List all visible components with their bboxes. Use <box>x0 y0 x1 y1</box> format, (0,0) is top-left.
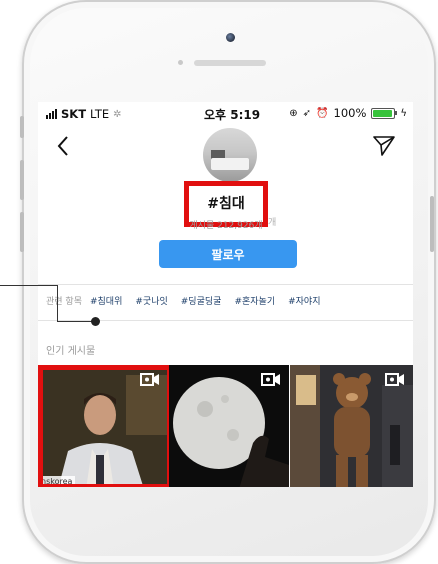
callout-dot <box>91 317 100 326</box>
callout-line <box>57 321 95 322</box>
related-tag[interactable]: #굿나잇 <box>135 294 167 307</box>
status-time: 오후 5:19 <box>204 108 261 122</box>
related-tag[interactable]: #혼자놀기 <box>234 294 275 307</box>
hashtag-avatar <box>203 128 257 182</box>
app-screen: SKT LTE ✲ 오후 5:19 ⊕ ➶ ⏰ 100% ϟ #침대 게시물 2… <box>38 102 413 487</box>
battery-icon <box>371 107 398 119</box>
alarm-icon: ⏰ <box>316 107 329 119</box>
related-tags-bar: 관련 항목 #침대위 #굿나잇 #딩굴딩굴 #혼자놀기 #자야지 <box>38 292 413 308</box>
network-label: LTE <box>90 107 110 121</box>
signal-icon <box>46 109 57 119</box>
mute-switch <box>20 116 24 138</box>
related-label: 관련 항목 <box>46 296 82 307</box>
status-left: SKT LTE ✲ <box>46 107 122 121</box>
volume-up-button <box>20 160 24 200</box>
lock-rotation-icon: ⊕ <box>289 107 298 119</box>
loading-icon: ✲ <box>113 108 122 120</box>
carrier-label: SKT <box>61 107 87 121</box>
power-button <box>430 196 434 252</box>
charging-icon: ϟ <box>400 107 407 119</box>
related-tag[interactable]: #자야지 <box>288 294 320 307</box>
proximity-sensor <box>178 60 183 65</box>
callout-line <box>0 285 57 286</box>
battery-percent: 100% <box>333 106 367 120</box>
front-camera <box>226 33 235 42</box>
paper-plane-icon[interactable] <box>372 135 396 157</box>
status-bar: SKT LTE ✲ 오후 5:19 ⊕ ➶ ⏰ 100% ϟ <box>38 102 413 124</box>
follow-button[interactable]: 팔로우 <box>159 240 297 268</box>
popular-posts-grid: nskorea <box>38 365 413 487</box>
earpiece-speaker <box>194 60 266 66</box>
hashtag-highlight-box: #침대 게시물 212,926개 <box>184 181 268 231</box>
related-tag[interactable]: #침대위 <box>90 294 122 307</box>
location-icon: ➶ <box>302 107 312 119</box>
post-highlight-box <box>38 365 172 487</box>
post-count-tail: 개 <box>268 218 277 228</box>
hashtag-title: #침대 <box>207 196 245 212</box>
status-right: ⊕ ➶ ⏰ 100% ϟ <box>289 106 407 120</box>
related-tag[interactable]: #딩굴딩굴 <box>181 294 222 307</box>
post-thumbnail[interactable] <box>169 365 289 487</box>
popular-posts-label: 인기 게시물 <box>46 346 96 357</box>
volume-down-button <box>20 212 24 252</box>
chevron-left-icon[interactable] <box>54 134 74 158</box>
post-count: 게시물 212,926개 <box>189 221 263 231</box>
video-camera-icon <box>261 373 280 386</box>
video-camera-icon <box>385 373 404 386</box>
avatar-bed <box>211 158 249 170</box>
divider-top <box>38 284 413 285</box>
post-thumbnail[interactable] <box>290 365 413 487</box>
callout-line <box>57 285 58 321</box>
